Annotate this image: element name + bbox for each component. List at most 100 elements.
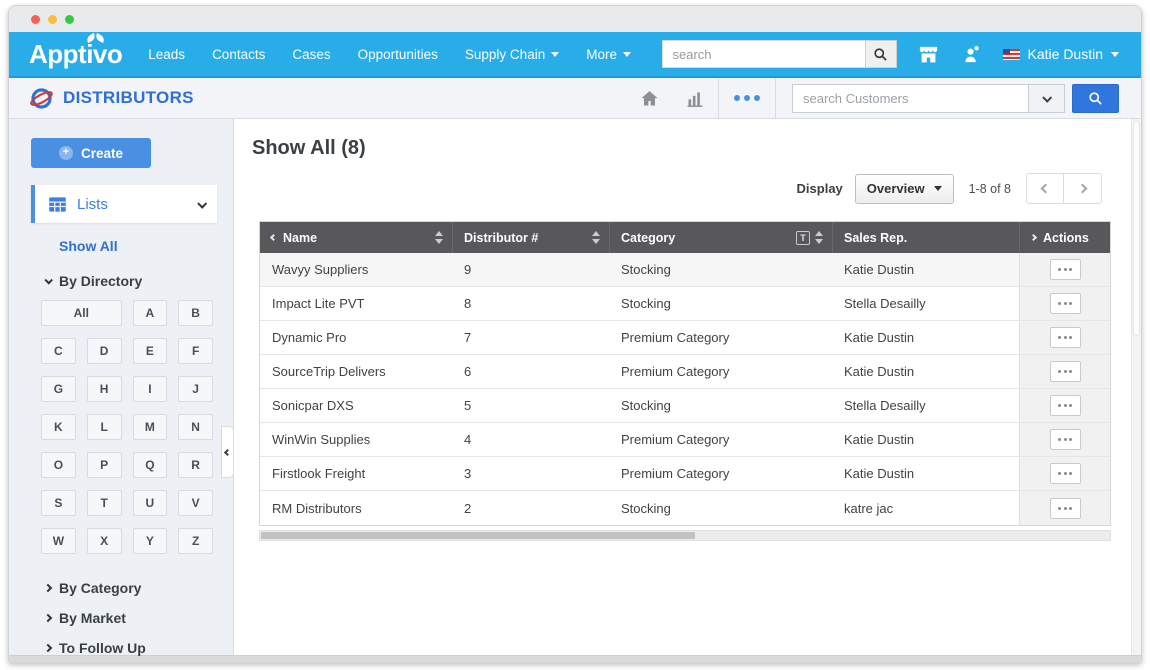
table-row[interactable]: RM Distributors 2 Stocking katre jac xyxy=(260,491,1110,525)
cell-name[interactable]: RM Distributors xyxy=(260,491,452,525)
cell-name[interactable]: Firstlook Freight xyxy=(260,457,452,490)
row-actions-button[interactable] xyxy=(1050,498,1081,519)
reports-button[interactable] xyxy=(672,78,718,118)
app-store-icon[interactable] xyxy=(917,43,940,66)
letter-filter-button[interactable]: U xyxy=(133,490,168,516)
cell-name[interactable]: Wavyy Suppliers xyxy=(260,253,452,286)
table-row[interactable]: Dynamic Pro 7 Premium Category Katie Dus… xyxy=(260,321,1110,355)
next-page-button[interactable] xyxy=(1064,173,1102,204)
table-row[interactable]: WinWin Supplies 4 Premium Category Katie… xyxy=(260,423,1110,457)
sidebar-section[interactable]: By Category xyxy=(45,573,233,603)
sidebar-collapse-handle[interactable] xyxy=(221,426,234,478)
nav-cases[interactable]: Cases xyxy=(292,47,330,62)
table-row[interactable]: Firstlook Freight 3 Premium Category Kat… xyxy=(260,457,1110,491)
letter-filter-button[interactable]: B xyxy=(178,300,213,326)
letter-filter-button[interactable]: K xyxy=(41,414,76,440)
row-actions-button[interactable] xyxy=(1050,463,1081,484)
letter-filter-button[interactable]: C xyxy=(41,338,76,364)
home-button[interactable] xyxy=(626,78,672,118)
cell-name[interactable]: Impact Lite PVT xyxy=(260,287,452,320)
letter-filter-button[interactable]: G xyxy=(41,376,76,402)
table-horizontal-scrollbar[interactable] xyxy=(259,530,1111,541)
letter-filter-button[interactable]: J xyxy=(178,376,213,402)
table-row[interactable]: Impact Lite PVT 8 Stocking Stella Desail… xyxy=(260,287,1110,321)
minimize-window-button[interactable] xyxy=(48,15,57,24)
more-apps-button[interactable] xyxy=(719,78,775,118)
user-activity-icon[interactable] xyxy=(960,43,983,66)
display-mode-dropdown[interactable]: Overview xyxy=(855,174,954,204)
row-actions-button[interactable] xyxy=(1050,429,1081,450)
letter-filter-button[interactable]: A xyxy=(133,300,168,326)
column-header-actions[interactable]: Actions xyxy=(1019,222,1110,253)
letter-filter-button[interactable]: R xyxy=(178,452,213,478)
flag-icon xyxy=(1003,49,1020,60)
letter-filter-button[interactable]: E xyxy=(133,338,168,364)
prev-page-button[interactable] xyxy=(1026,173,1064,204)
letter-filter-button[interactable]: Y xyxy=(133,528,168,554)
letter-filter-button[interactable]: V xyxy=(178,490,213,516)
cell-name[interactable]: WinWin Supplies xyxy=(260,423,452,456)
sidebar-section[interactable]: By Market xyxy=(45,603,233,633)
letter-filter-button[interactable]: L xyxy=(87,414,122,440)
letter-filter-button[interactable]: O xyxy=(41,452,76,478)
row-actions-button[interactable] xyxy=(1050,361,1081,382)
global-search-button[interactable] xyxy=(865,40,897,68)
column-header-distributor-number[interactable]: Distributor # xyxy=(452,222,609,253)
sidebar-section-by-directory[interactable]: By Directory xyxy=(45,273,233,289)
column-header-category[interactable]: Category xyxy=(609,222,832,253)
table-row[interactable]: Wavyy Suppliers 9 Stocking Katie Dustin xyxy=(260,253,1110,287)
customer-search-input[interactable] xyxy=(793,85,1028,112)
row-actions-button[interactable] xyxy=(1050,327,1081,348)
cell-name[interactable]: SourceTrip Delivers xyxy=(260,355,452,388)
cell-name[interactable]: Dynamic Pro xyxy=(260,321,452,354)
sidebar-section[interactable]: To Follow Up xyxy=(45,633,233,663)
sort-icon[interactable] xyxy=(815,231,823,244)
letter-filter-button[interactable]: M xyxy=(133,414,168,440)
search-options-dropdown[interactable] xyxy=(1028,85,1064,112)
user-menu[interactable]: Katie Dustin xyxy=(1003,46,1119,62)
letter-filter-button[interactable]: Z xyxy=(178,528,213,554)
cell-sales-rep: Katie Dustin xyxy=(832,457,1019,490)
scrollbar-thumb[interactable] xyxy=(1133,121,1140,336)
window-titlebar xyxy=(9,6,1141,32)
row-actions-button[interactable] xyxy=(1050,259,1081,280)
filter-icon[interactable] xyxy=(796,231,810,245)
apptivo-logo[interactable]: Apptivo xyxy=(29,39,122,70)
content-vertical-scrollbar[interactable] xyxy=(1131,119,1141,655)
nav-supply-chain[interactable]: Supply Chain xyxy=(465,47,559,62)
letter-filter-button[interactable]: H xyxy=(87,376,122,402)
customer-search-button[interactable] xyxy=(1072,84,1119,113)
letter-filter-button[interactable]: D xyxy=(87,338,122,364)
letter-filter-button[interactable]: T xyxy=(87,490,122,516)
letter-filter-button[interactable]: F xyxy=(178,338,213,364)
cell-name[interactable]: Sonicpar DXS xyxy=(260,389,452,422)
main-content: Show All (8) Display Overview 1-8 of 8 xyxy=(234,119,1141,655)
letter-filter-button[interactable]: I xyxy=(133,376,168,402)
column-header-sales-rep[interactable]: Sales Rep. xyxy=(832,222,1019,253)
letter-filter-button[interactable]: Q xyxy=(133,452,168,478)
sort-icon[interactable] xyxy=(435,231,443,244)
close-window-button[interactable] xyxy=(31,15,40,24)
create-button[interactable]: Create xyxy=(31,138,151,168)
sidebar-item-lists[interactable]: Lists xyxy=(31,185,217,223)
table-row[interactable]: Sonicpar DXS 5 Stocking Stella Desailly xyxy=(260,389,1110,423)
letter-filter-button[interactable]: X xyxy=(87,528,122,554)
letter-filter-button[interactable]: N xyxy=(178,414,213,440)
nav-more[interactable]: More xyxy=(586,47,631,62)
letter-filter-button[interactable]: S xyxy=(41,490,76,516)
column-header-name[interactable]: Name xyxy=(260,222,452,253)
row-actions-button[interactable] xyxy=(1050,293,1081,314)
nav-leads[interactable]: Leads xyxy=(148,47,185,62)
nav-opportunities[interactable]: Opportunities xyxy=(358,47,438,62)
letter-filter-button[interactable]: W xyxy=(41,528,76,554)
zoom-window-button[interactable] xyxy=(65,15,74,24)
table-row[interactable]: SourceTrip Delivers 6 Premium Category K… xyxy=(260,355,1110,389)
scrollbar-thumb[interactable] xyxy=(261,532,695,539)
sort-icon[interactable] xyxy=(592,231,600,244)
row-actions-button[interactable] xyxy=(1050,395,1081,416)
sidebar-show-all-link[interactable]: Show All xyxy=(59,238,118,254)
letter-filter-button[interactable]: All xyxy=(41,300,122,326)
global-search-input[interactable] xyxy=(662,40,865,68)
nav-contacts[interactable]: Contacts xyxy=(212,47,265,62)
letter-filter-button[interactable]: P xyxy=(87,452,122,478)
